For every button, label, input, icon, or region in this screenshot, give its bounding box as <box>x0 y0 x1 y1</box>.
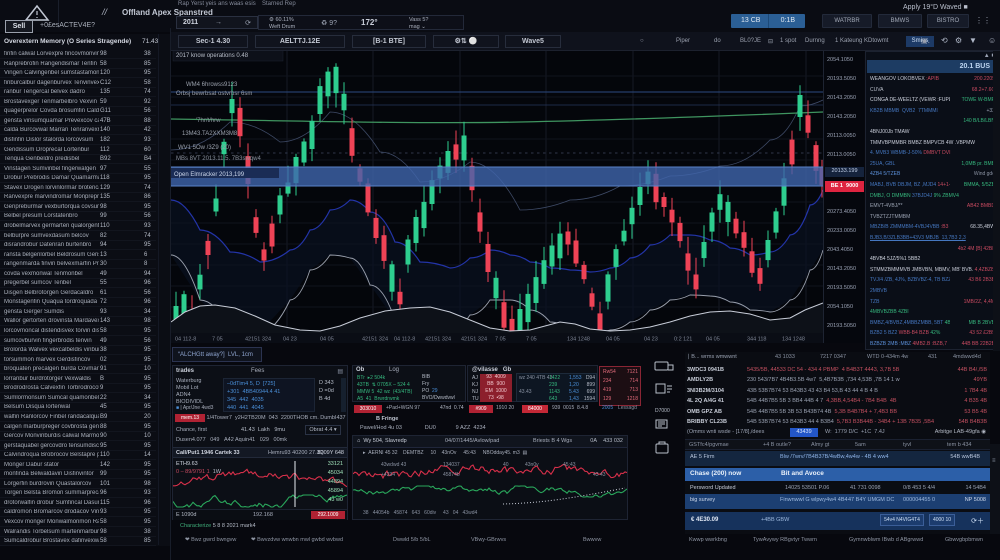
svg-text:04 05: 04 05 <box>606 337 620 343</box>
svg-text:04 05: 04 05 <box>320 337 334 343</box>
svg-text:D7000: D7000 <box>655 408 670 414</box>
svg-text:42151 324: 42151 324 <box>425 337 451 343</box>
svg-text:13M43.TA2XXM3M8: 13M43.TA2XXM3M8 <box>182 131 238 137</box>
svg-text:7 05: 7 05 <box>526 337 537 343</box>
svg-text:7 05: 7 05 <box>495 337 506 343</box>
svg-text:04 05: 04 05 <box>706 337 720 343</box>
svg-text:42151 324: 42151 324 <box>461 337 487 343</box>
svg-text:'7hr/t/hrw: '7hr/t/hrw <box>196 118 221 124</box>
svg-text:04 23: 04 23 <box>644 337 658 343</box>
svg-text:42151 324: 42151 324 <box>362 337 388 343</box>
svg-text:2017 know operations 0.48: 2017 know operations 0.48 <box>176 53 249 59</box>
svg-text:04 112-8: 04 112-8 <box>394 337 415 343</box>
svg-text:04 23: 04 23 <box>283 337 297 343</box>
svg-text:134 1248: 134 1248 <box>782 337 805 343</box>
svg-text:0:2 121: 0:2 121 <box>674 337 692 343</box>
svg-text:04 112-8: 04 112-8 <box>175 337 196 343</box>
svg-text:42151 324: 42151 324 <box>245 337 271 343</box>
svg-text:134 1248: 134 1248 <box>567 337 590 343</box>
svg-text:344 118: 344 118 <box>747 337 766 343</box>
svg-text:WV1 5Ow /3Z9 (20): WV1 5Ow /3Z9 (20) <box>178 145 231 151</box>
svg-text:MBs 8VT 2013.11.5. 7B3swqw4: MBs 8VT 2013.11.5. 7B3swqw4 <box>176 156 261 162</box>
svg-text:Orbsj bewrbsat ostvrbsr 6sm: Orbsj bewrbsat ostvrbsr 6sm <box>176 91 252 97</box>
svg-text:Open Elmracker 2013,199: Open Elmracker 2013,199 <box>174 172 245 178</box>
svg-text:7 05: 7 05 <box>212 337 223 343</box>
svg-text:WM4 6hrowss9123: WM4 6hrowss9123 <box>186 82 238 88</box>
